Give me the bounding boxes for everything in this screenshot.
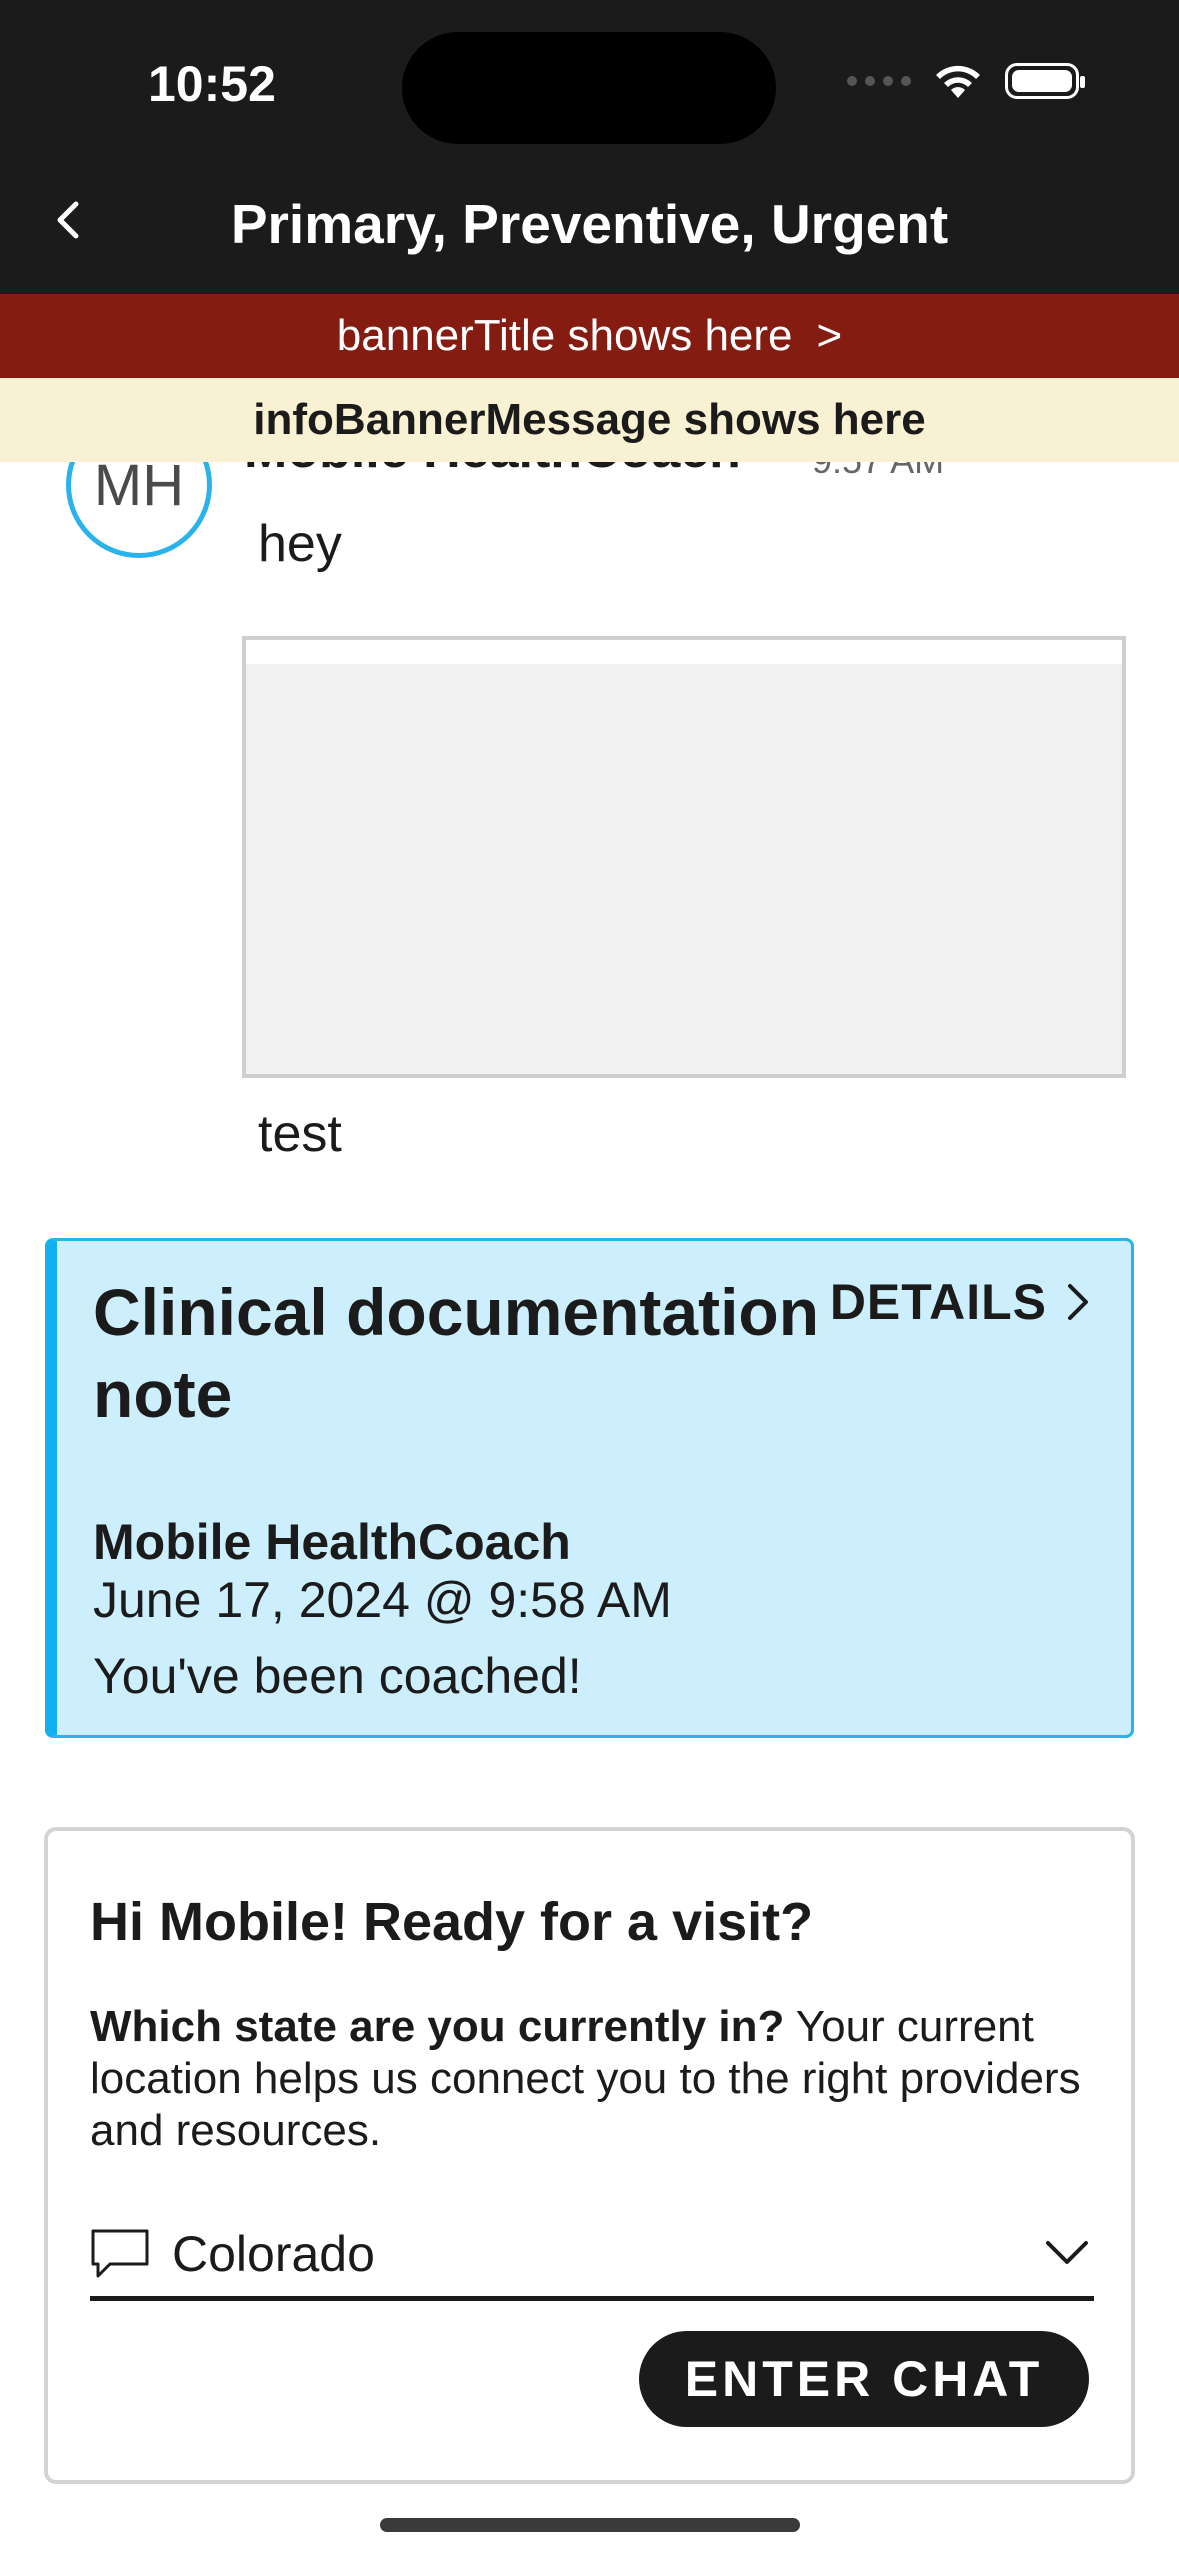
home-indicator[interactable] — [380, 2518, 800, 2532]
note-date: June 17, 2024 @ 9:58 AM — [93, 1572, 672, 1628]
enter-chat-button[interactable]: ENTER CHAT — [639, 2331, 1089, 2427]
attachment-header-strip — [246, 640, 1122, 664]
visit-card: Hi Mobile! Ready for a visit? Which stat… — [44, 1827, 1135, 2484]
alert-banner[interactable]: bannerTitle shows here > — [0, 294, 1179, 378]
clinical-note-card: Clinical documentation note DETAILS Mobi… — [45, 1238, 1134, 1738]
note-title: Clinical documentation note — [93, 1275, 820, 1431]
chat-bubble-icon — [91, 2229, 149, 2277]
visit-title: Hi Mobile! Ready for a visit? — [90, 1892, 814, 1952]
chevron-right-icon — [1068, 1284, 1088, 1320]
visit-description: Which state are you currently in? Your c… — [90, 2001, 1100, 2157]
header-bar: 10:52 Primary, Preventive, Urgent — [0, 0, 1179, 294]
status-icons — [847, 62, 1085, 100]
status-time: 10:52 — [148, 56, 276, 112]
chevron-down-icon — [1046, 2241, 1088, 2264]
message-text-secondary: test — [258, 1105, 342, 1163]
state-select[interactable]: Colorado — [90, 2211, 1094, 2301]
note-body: You've been coached! — [93, 1648, 582, 1704]
note-author: Mobile HealthCoach — [93, 1514, 571, 1570]
message-attachment[interactable] — [242, 636, 1126, 1078]
dynamic-island — [402, 32, 776, 144]
banner-title: bannerTitle shows here — [336, 311, 793, 360]
page-title: Primary, Preventive, Urgent — [230, 193, 949, 255]
banner-chevron: > — [816, 311, 843, 360]
wifi-icon — [936, 65, 980, 98]
battery-icon — [1005, 63, 1085, 99]
message-text: hey — [258, 515, 342, 573]
visit-question: Which state are you currently in? — [90, 2002, 785, 2051]
selected-state: Colorado — [172, 2225, 375, 2282]
cellular-signal-icon — [847, 76, 911, 86]
info-banner: infoBannerMessage shows here — [0, 378, 1179, 462]
info-banner-message: infoBannerMessage shows here — [253, 395, 926, 444]
details-label: DETAILS — [829, 1274, 1047, 1330]
details-button[interactable]: DETAILS — [830, 1273, 1091, 1331]
